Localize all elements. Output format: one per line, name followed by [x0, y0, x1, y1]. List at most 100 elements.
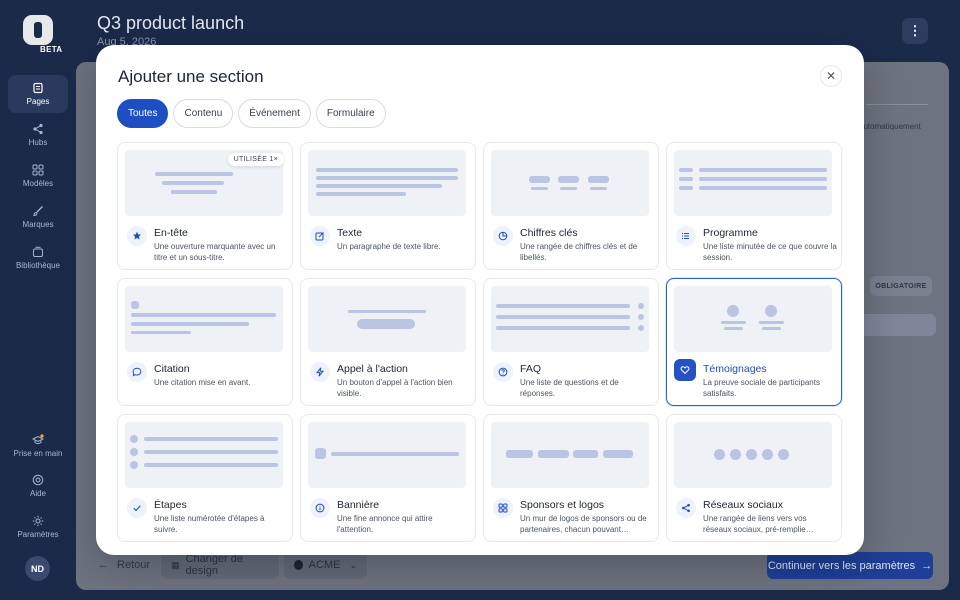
sidebar-item-marques[interactable]: Marques [8, 198, 68, 236]
section-preview [308, 286, 466, 352]
section-name: Chiffres clés [520, 227, 578, 239]
section-name: En-tête [154, 227, 188, 239]
continue-button[interactable]: Continuer vers les paramètres → [767, 552, 933, 579]
section-card-appel-action[interactable]: Appel à l'action Un bouton d'appel à l'a… [300, 278, 476, 406]
tab-evenement[interactable]: Événement [238, 99, 311, 128]
brand-label: ACME [308, 559, 341, 571]
graduation-icon [32, 434, 44, 446]
section-description: Un paragraphe de texte libre. [337, 242, 441, 251]
library-icon [32, 246, 44, 258]
heart-icon [674, 359, 696, 381]
section-name: Texte [337, 227, 363, 239]
grid-icon: ▦ [171, 559, 180, 570]
section-description: Une ouverture marquante avec un titre et… [154, 242, 276, 262]
section-description: Un mur de logos de sponsors ou de parten… [520, 514, 647, 534]
sidebar-item-label: Aide [29, 489, 46, 498]
apps-icon [493, 498, 513, 518]
change-design-label: Changer de design [185, 553, 244, 577]
add-section-modal: Ajouter une section ✕ Toutes Contenu Évé… [96, 45, 864, 555]
section-preview [491, 286, 649, 352]
section-name: Bannière [337, 499, 380, 511]
section-name: Sponsors et logos [520, 499, 605, 511]
section-card-faq[interactable]: FAQ Une liste de questions et de réponse… [483, 278, 659, 406]
arrow-left-icon: ← [98, 559, 109, 571]
sidebar-item-modeles[interactable]: Modèles [8, 157, 68, 195]
section-preview [125, 286, 283, 352]
section-card-etapes[interactable]: Étapes Une liste numérotée d'étapes à su… [117, 414, 293, 542]
sidebar-item-prise-en-main[interactable]: Prise en main [8, 426, 68, 466]
section-card-sponsors[interactable]: Sponsors et logos Un mur de logos de spo… [483, 414, 659, 542]
section-name: Appel à l'action [337, 363, 408, 375]
sidebar-item-label: Hubs [28, 138, 48, 147]
tab-toutes[interactable]: Toutes [117, 99, 169, 128]
grid-icon [32, 164, 44, 176]
star-icon [127, 226, 147, 246]
sidebar-item-label: Modèles [22, 179, 54, 188]
tab-contenu[interactable]: Contenu [173, 99, 234, 128]
section-description: Une rangée de chiffres clés et de libell… [520, 242, 638, 262]
page-title: Q3 product launch [97, 13, 245, 33]
question-icon [493, 362, 513, 382]
brand-logo-icon [294, 560, 303, 570]
chevron-down-icon: ⌄ [349, 559, 357, 570]
required-badge: OBLIGATOIRE [870, 276, 932, 296]
share-icon [676, 498, 696, 518]
tab-formulaire[interactable]: Formulaire [315, 99, 386, 128]
app-logo[interactable] [23, 15, 53, 45]
section-card-reseaux-sociaux[interactable]: Réseaux sociaux Une rangée de liens vers… [666, 414, 842, 542]
info-icon [310, 498, 330, 518]
filter-tabs: Toutes Contenu Événement Formulaire [117, 99, 386, 128]
more-menu-button[interactable]: ⋮ [902, 18, 928, 44]
sidebar-item-hubs[interactable]: Hubs [8, 116, 68, 154]
section-card-chiffres-cles[interactable]: Chiffres clés Une rangée de chiffres clé… [483, 142, 659, 270]
section-card-en-tete[interactable]: UTILISÉE 1× En-tête Une ouverture marqua… [117, 142, 293, 270]
section-preview [491, 150, 649, 216]
section-grid: UTILISÉE 1× En-tête Une ouverture marqua… [117, 142, 843, 542]
sidebar-item-parametres[interactable]: Paramètres [8, 508, 68, 546]
section-preview [674, 150, 832, 216]
sidebar-item-pages[interactable]: Pages [8, 75, 68, 113]
sidebar-item-aide[interactable]: Aide [8, 467, 68, 505]
section-preview [308, 150, 466, 216]
section-name: Citation [154, 363, 190, 375]
usage-badge: UTILISÉE 1× [227, 153, 284, 166]
section-card-citation[interactable]: Citation Une citation mise en avant. [117, 278, 293, 406]
beta-badge: BETA [38, 45, 65, 54]
brand-selector[interactable]: ACME ⌄ [284, 551, 367, 579]
sidebar-item-label: Prise en main [13, 449, 63, 458]
continue-label: Continuer vers les paramètres [767, 559, 916, 572]
section-description: La preuve sociale de participants satisf… [703, 378, 820, 398]
check-icon [127, 498, 147, 518]
sidebar-item-label: Marques [22, 220, 54, 229]
sidebar-item-label: Bibliothèque [15, 261, 61, 270]
section-card-temoignages[interactable]: Témoignages La preuve sociale de partici… [666, 278, 842, 406]
section-card-texte[interactable]: Texte Un paragraphe de texte libre. [300, 142, 476, 270]
bolt-icon [310, 362, 330, 382]
section-name: Étapes [154, 499, 187, 511]
brush-icon [32, 205, 44, 217]
change-design-button[interactable]: ▦ Changer de design [161, 551, 279, 579]
ghost-text: automatiquement [859, 122, 921, 131]
pages-icon [32, 82, 44, 94]
share-icon [32, 123, 44, 135]
section-card-programme[interactable]: Programme Une liste minutée de ce que co… [666, 142, 842, 270]
section-preview [674, 422, 832, 488]
section-description: Un bouton d'appel à l'action bien visibl… [337, 378, 453, 398]
sidebar-item-bibliotheque[interactable]: Bibliothèque [8, 239, 68, 277]
section-description: Une liste de questions et de réponses. [520, 378, 619, 398]
avatar[interactable]: ND [25, 556, 50, 581]
back-button[interactable]: ← Retour [98, 551, 150, 579]
sidebar: BETA Pages Hubs Modèles Marques Biblioth… [0, 0, 76, 600]
back-label: Retour [117, 559, 151, 571]
section-card-banniere[interactable]: Bannière Une fine annonce qui attire l'a… [300, 414, 476, 542]
section-name: FAQ [520, 363, 542, 375]
section-description: Une rangée de liens vers vos réseaux soc… [703, 514, 814, 534]
divider [866, 104, 928, 105]
section-description: Une liste minutée de ce que couvre la se… [703, 242, 837, 262]
close-button[interactable]: ✕ [820, 65, 842, 87]
section-preview [125, 422, 283, 488]
section-description: Une citation mise en avant. [154, 378, 251, 387]
chat-icon [127, 362, 147, 382]
modal-title: Ajouter une section [118, 67, 264, 86]
settings-icon [32, 515, 44, 527]
